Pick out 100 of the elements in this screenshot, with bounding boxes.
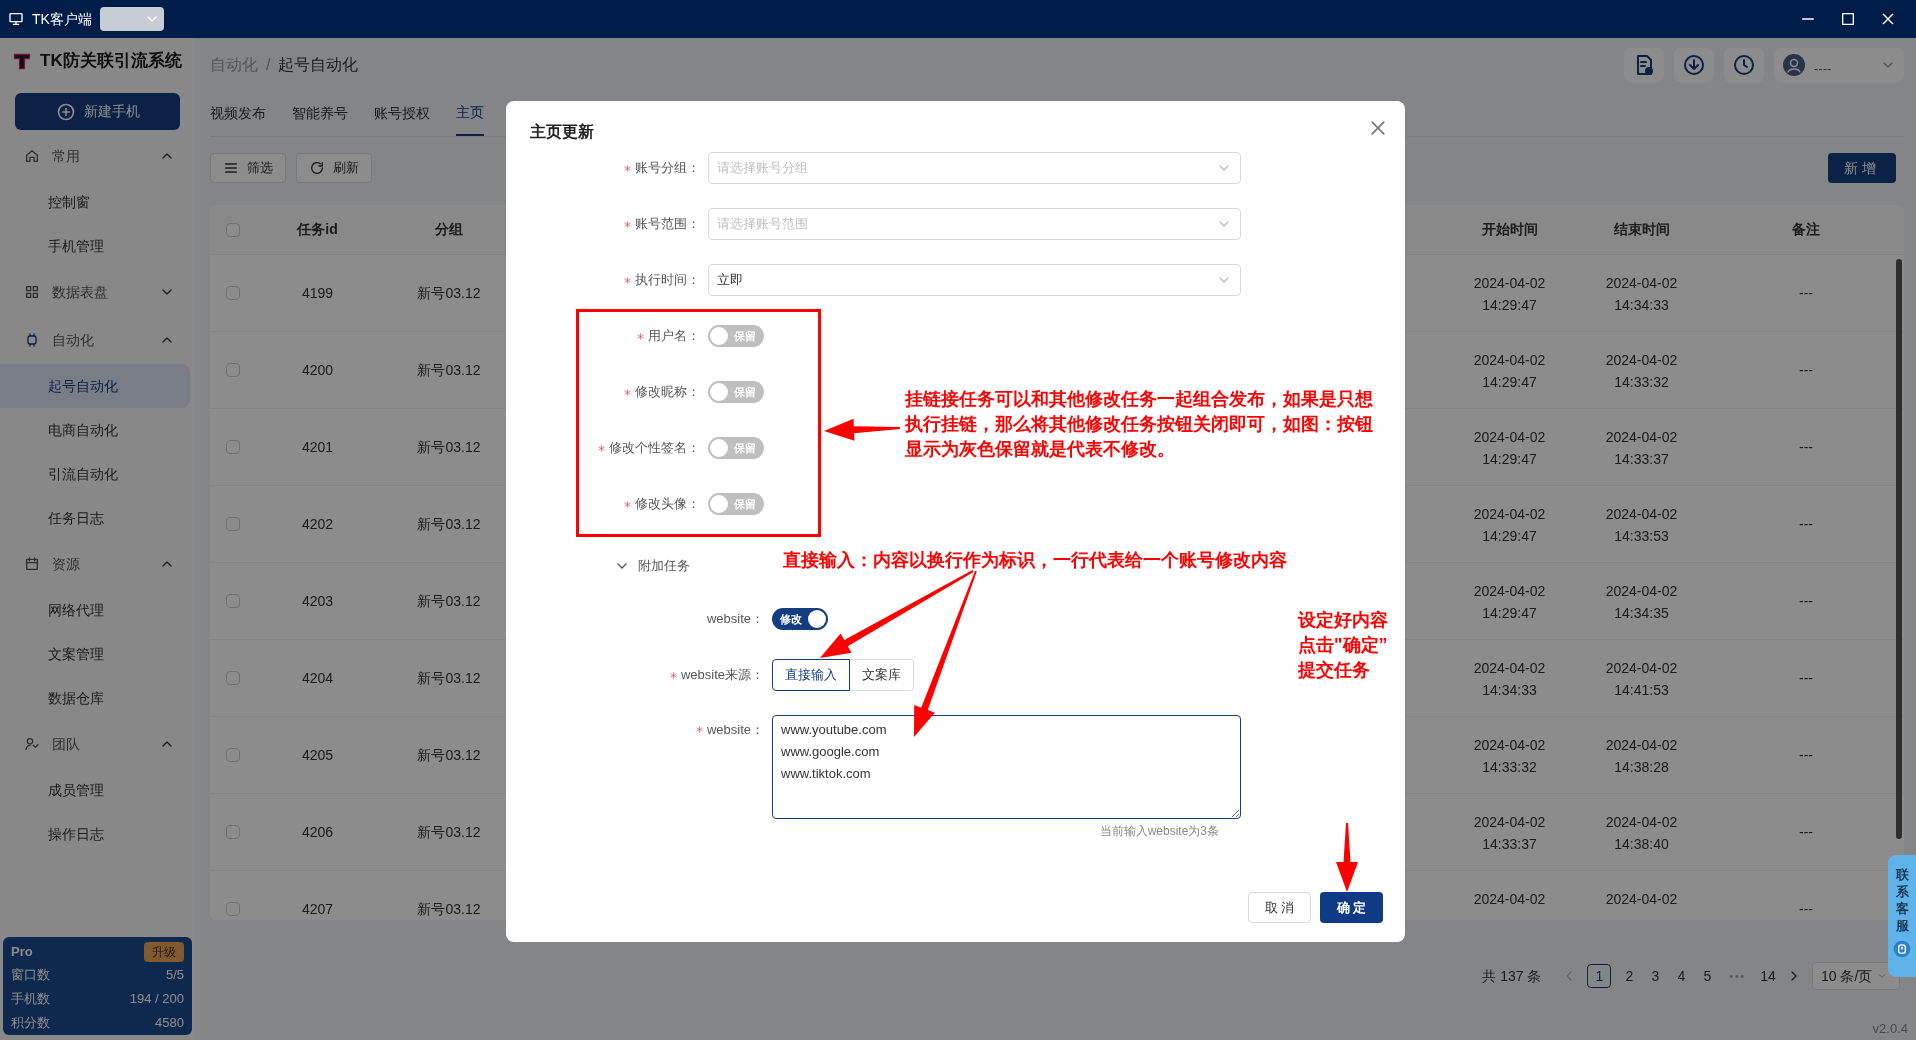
confirm-button[interactable]: 确 定 — [1320, 892, 1383, 923]
checkbox[interactable] — [225, 222, 240, 237]
sidebar-item[interactable]: 文案管理 — [0, 632, 195, 676]
tab[interactable]: 智能养号 — [292, 91, 348, 136]
sidebar-item[interactable]: 手机管理 — [0, 224, 195, 268]
page-size-select[interactable]: 10 条/页 — [1812, 962, 1900, 990]
team-icon — [24, 736, 40, 752]
sidebar-group-header[interactable]: 自动化 — [0, 316, 195, 364]
field-label: 账号范围： — [635, 215, 700, 234]
stat-label: 手机数 — [11, 990, 50, 1009]
table-cell-text: 2024-04-02 14:29:47 — [1473, 582, 1546, 623]
table-cell-text: 新号03.12 — [417, 745, 481, 765]
chat-icon — [1892, 938, 1912, 959]
checkbox[interactable] — [225, 440, 240, 454]
field-label: 修改个性签名： — [609, 439, 700, 458]
stat-value: 4580 — [155, 1014, 184, 1033]
download-circle-button[interactable] — [1674, 48, 1714, 82]
table-cell-text: --- — [1799, 668, 1813, 688]
field-label: 修改昵称： — [635, 383, 700, 402]
table-cell-text: 2024-04-02 14:34:35 — [1605, 582, 1678, 623]
plan-name: Pro — [11, 943, 33, 962]
table-cell-text: 新号03.12 — [417, 668, 481, 688]
checkbox[interactable] — [225, 594, 240, 608]
maximize-icon[interactable] — [1840, 11, 1856, 27]
checkbox[interactable] — [225, 671, 240, 685]
text-area[interactable]: www.youtube.com www.google.com www.tiktok.com — [772, 715, 1241, 819]
segment-option[interactable]: 直接输入 — [772, 659, 850, 691]
checkbox[interactable] — [225, 286, 240, 300]
table-cell-text: 2024-04-02 14:33:32 — [1473, 736, 1546, 777]
table-cell-text: --- — [1799, 591, 1813, 611]
support-tab[interactable]: 联系客服 — [1888, 855, 1916, 977]
avatar-icon — [1782, 53, 1806, 77]
add-button[interactable]: 新增 — [1828, 153, 1896, 183]
toggle-switch[interactable]: 修改 — [772, 608, 828, 630]
page-button[interactable]: 14 — [1760, 964, 1776, 988]
tab[interactable]: 视频发布 — [210, 91, 266, 136]
checkbox[interactable] — [225, 902, 240, 916]
section-header[interactable]: 附加任务 — [614, 550, 690, 582]
stat-value: 194 / 200 — [129, 990, 184, 1009]
column-header: 结束时间 — [1612, 220, 1671, 239]
scrollbar[interactable] — [1896, 259, 1902, 839]
table-cell-text: --- — [1799, 283, 1813, 303]
tab[interactable]: 主页 — [456, 91, 484, 136]
checkbox[interactable] — [225, 825, 240, 839]
account-dropdown[interactable] — [99, 7, 164, 31]
checkbox[interactable] — [225, 748, 240, 762]
annotation-text: 提交任务 — [1298, 659, 1371, 682]
tab[interactable]: 账号授权 — [374, 91, 430, 136]
robot-icon — [24, 332, 40, 348]
user-menu[interactable]: ---- — [1774, 48, 1904, 82]
sidebar-group-header[interactable]: 常用 — [0, 132, 195, 180]
sidebar-item[interactable]: 电商自动化 — [0, 408, 195, 452]
sidebar-group-header[interactable]: 资源 — [0, 540, 195, 588]
annotation-text: 直接输入：内容以换行作为标识，一行代表给一个账号修改内容 — [783, 549, 1287, 572]
annotation-text: 点击"确定” — [1298, 634, 1388, 657]
page-button[interactable]: 3 — [1647, 964, 1664, 988]
sidebar-item[interactable]: 成员管理 — [0, 768, 195, 812]
column-header: 任务id — [295, 220, 339, 239]
sidebar-item[interactable]: 数据仓库 — [0, 676, 195, 720]
page-button[interactable]: 5 — [1699, 964, 1716, 988]
table-cell-text: 4200 — [301, 360, 334, 380]
refresh-icon — [309, 160, 325, 176]
table-cell-text: 4205 — [301, 745, 334, 765]
stat-label: 窗口数 — [11, 966, 50, 985]
table-cell-text: 2024-04-02 14:33:37 — [1473, 813, 1546, 854]
page-button[interactable]: 4 — [1673, 964, 1690, 988]
table-cell-text: 2024-04-02 14:33:53 — [1605, 505, 1678, 546]
upgrade-button[interactable]: 升级 — [144, 942, 184, 962]
field-label: website： — [706, 610, 764, 629]
new-phone-button[interactable]: 新建手机 — [15, 93, 180, 130]
sidebar-group-header[interactable]: 团队 — [0, 720, 195, 768]
page-button[interactable]: 2 — [1621, 964, 1638, 988]
filter-button[interactable]: 筛选 — [210, 153, 286, 183]
sidebar-item[interactable]: 控制窗 — [0, 180, 195, 224]
table-cell-text: 2024-04-02 — [1473, 890, 1546, 909]
clock-button[interactable] — [1724, 48, 1764, 82]
table-cell-text: 2024-04-02 14:41:53 — [1605, 659, 1678, 700]
segment-option[interactable]: 文案库 — [850, 659, 914, 691]
sidebar-item[interactable]: 操作日志 — [0, 812, 195, 856]
document-help-button[interactable] — [1624, 48, 1664, 82]
table-cell-text: 新号03.12 — [417, 514, 481, 534]
sidebar-item[interactable]: 网络代理 — [0, 588, 195, 632]
sidebar-group-header[interactable]: 数据表盘 — [0, 268, 195, 316]
select-field[interactable]: 立即 — [708, 264, 1241, 296]
checkbox[interactable] — [225, 363, 240, 377]
app-logo-text: TK防关联引流系统 — [40, 50, 182, 73]
table-cell-text: 2024-04-02 14:29:47 — [1473, 351, 1546, 392]
sidebar-item[interactable]: 任务日志 — [0, 496, 195, 540]
close-icon[interactable] — [1880, 11, 1896, 27]
field-label: 修改头像： — [635, 495, 700, 514]
field-label: 账号分组： — [635, 159, 700, 178]
page-button[interactable]: 1 — [1587, 964, 1612, 988]
sidebar-item[interactable]: 起号自动化 — [0, 364, 190, 408]
refresh-button[interactable]: 刷新 — [296, 153, 372, 183]
cancel-button[interactable]: 取 消 — [1248, 892, 1311, 923]
table-cell-text: --- — [1799, 745, 1813, 765]
checkbox[interactable] — [225, 517, 240, 531]
sidebar-item[interactable]: 引流自动化 — [0, 452, 195, 496]
hint-text: 当前输入website为3条 — [1099, 823, 1219, 840]
column-header: 分组 — [434, 220, 464, 239]
